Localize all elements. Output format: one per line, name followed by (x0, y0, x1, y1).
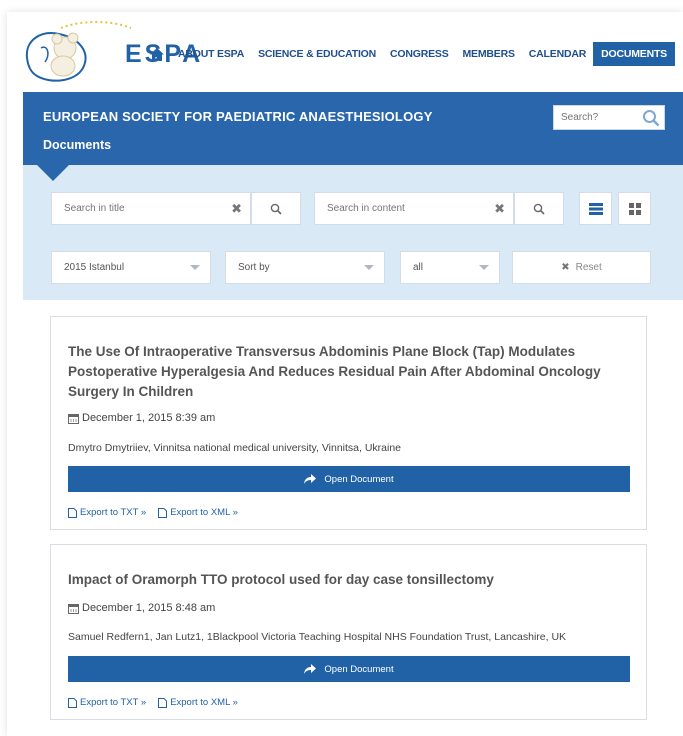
page: ESPA ABOUT ESPA SCIENCE & EDUCATION CONG… (7, 12, 683, 736)
export-xml-link[interactable]: Export to XML » (158, 697, 238, 708)
chevron-down-icon (190, 265, 200, 270)
content-search-field: ✖ (314, 192, 514, 225)
search-icon (533, 203, 545, 215)
document-card: The Use Of Intraoperative Transversus Ab… (50, 316, 647, 530)
event-select-value: 2015 Istanbul (64, 262, 125, 273)
close-icon: ✖ (561, 262, 570, 273)
society-title: EUROPEAN SOCIETY FOR PAEDIATRIC ANAESTHE… (43, 109, 433, 124)
export-xml-label: Export to XML » (170, 507, 238, 518)
sort-select[interactable]: Sort by (225, 251, 385, 284)
export-txt-label: Export to TXT » (80, 697, 147, 708)
page-title: Documents (43, 138, 112, 152)
grid-view-button[interactable] (618, 192, 651, 225)
file-icon (68, 507, 77, 518)
title-search-button[interactable] (251, 192, 301, 225)
document-authors: Samuel Redfern1, Jan Lutz1, 1Blackpool V… (68, 631, 567, 643)
grid-view-icon (628, 202, 641, 215)
document-title[interactable]: The Use Of Intraoperative Transversus Ab… (68, 342, 634, 402)
document-date-text: December 1, 2015 8:48 am (82, 602, 216, 614)
site-search-input[interactable] (554, 106, 632, 129)
content-search-input[interactable] (315, 193, 513, 224)
export-links: Export to TXT » Export to XML » (68, 507, 238, 518)
chevron-down-icon (479, 265, 489, 270)
export-txt-link[interactable]: Export to TXT » (68, 697, 146, 708)
share-arrow-icon (304, 474, 317, 484)
file-icon (68, 697, 77, 708)
document-card: Impact of Oramorph TTO protocol used for… (50, 544, 647, 720)
home-icon[interactable] (143, 42, 171, 66)
reset-label: Reset (575, 262, 602, 273)
open-document-label: Open Document (324, 663, 394, 675)
chevron-down-icon (364, 265, 374, 270)
banner-pointer (37, 165, 69, 181)
export-xml-label: Export to XML » (170, 697, 238, 708)
main-menu: ABOUT ESPA SCIENCE & EDUCATION CONGRESS … (143, 42, 675, 66)
document-authors: Dmytro Dmytriiev, Vinnitsa national medi… (68, 442, 402, 454)
event-select[interactable]: 2015 Istanbul (51, 251, 211, 284)
export-xml-link[interactable]: Export to XML » (158, 507, 238, 518)
list-view-button[interactable] (579, 192, 612, 225)
nav-congress[interactable]: CONGRESS (383, 42, 456, 66)
top-navigation-bar: ESPA ABOUT ESPA SCIENCE & EDUCATION CONG… (7, 12, 683, 92)
nav-members[interactable]: MEMBERS (456, 42, 522, 66)
document-date-text: December 1, 2015 8:39 am (82, 412, 216, 424)
document-title[interactable]: Impact of Oramorph TTO protocol used for… (68, 570, 634, 590)
export-txt-label: Export to TXT » (80, 507, 147, 518)
share-arrow-icon (304, 664, 317, 674)
nav-science-education[interactable]: SCIENCE & EDUCATION (251, 42, 383, 66)
reset-button[interactable]: ✖ Reset (512, 251, 651, 284)
scope-select-value: all (413, 262, 424, 273)
site-search (553, 105, 665, 130)
export-txt-link[interactable]: Export to TXT » (68, 507, 146, 518)
clear-title-icon[interactable]: ✖ (231, 201, 242, 217)
file-icon (158, 697, 168, 708)
content-search-button[interactable] (514, 192, 564, 225)
search-icon (270, 203, 282, 215)
nav-documents[interactable]: DOCUMENTS (593, 42, 675, 66)
sort-select-value: Sort by (238, 262, 270, 273)
title-search-field: ✖ (51, 192, 251, 225)
title-search-input[interactable] (52, 193, 250, 224)
open-document-label: Open Document (324, 473, 394, 485)
page-header-banner: EUROPEAN SOCIETY FOR PAEDIATRIC ANAESTHE… (23, 92, 683, 165)
calendar-icon (68, 603, 79, 614)
export-links: Export to TXT » Export to XML » (68, 697, 238, 708)
document-filters: ✖ ✖ (23, 165, 683, 300)
document-date: December 1, 2015 8:39 am (68, 412, 215, 424)
scope-select[interactable]: all (400, 251, 500, 284)
search-icon[interactable] (642, 109, 660, 132)
calendar-icon (68, 413, 79, 424)
nav-calendar[interactable]: CALENDAR (522, 42, 593, 66)
open-document-button[interactable]: Open Document (68, 466, 630, 492)
list-view-icon (588, 202, 603, 215)
clear-content-icon[interactable]: ✖ (494, 201, 505, 217)
open-document-button[interactable]: Open Document (68, 656, 630, 682)
file-icon (158, 507, 168, 518)
document-date: December 1, 2015 8:48 am (68, 602, 215, 614)
nav-about-espa[interactable]: ABOUT ESPA (171, 42, 251, 66)
